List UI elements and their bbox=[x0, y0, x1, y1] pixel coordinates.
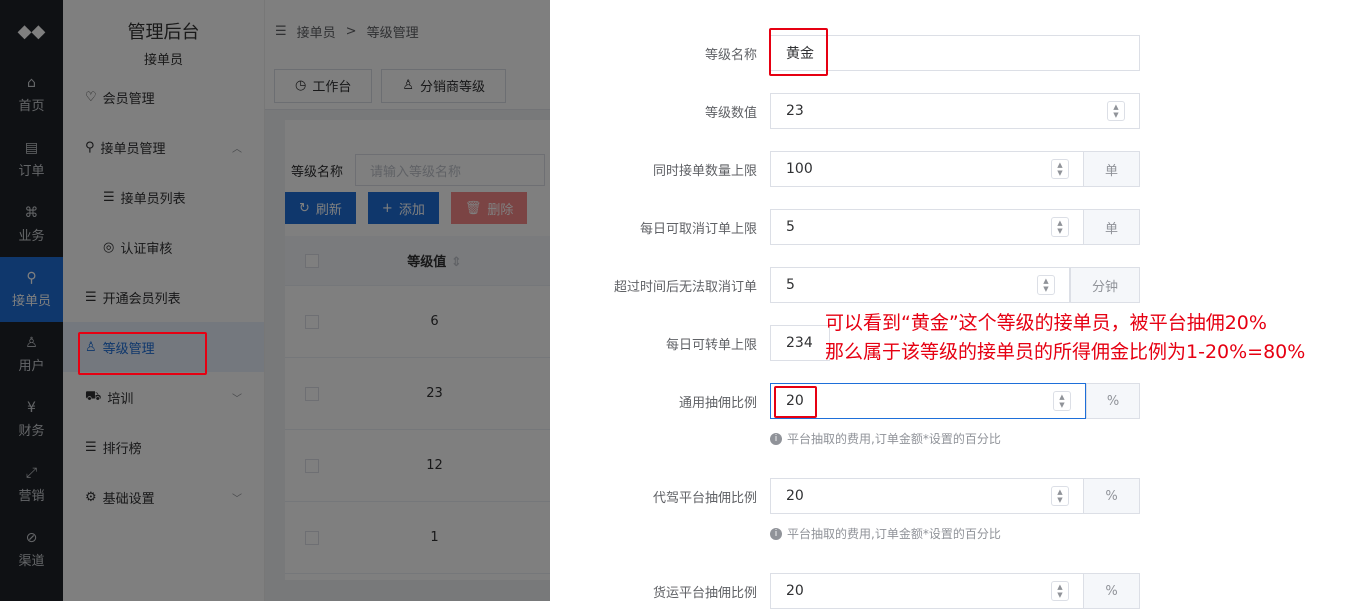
cancel-timeout-input[interactable]: 5 ▲ ▼ bbox=[770, 267, 1070, 303]
field-label: 等级数值 bbox=[704, 105, 757, 121]
form-row-cancel-limit: 每日可取消订单上限 5 ▲ ▼ 单 bbox=[550, 209, 1363, 245]
info-icon: i bbox=[770, 432, 782, 445]
field-label: 通用抽佣比例 bbox=[678, 395, 757, 411]
input-value: 20 bbox=[786, 488, 804, 504]
annotation-line: 那么属于该等级的接单员的所得佣金比例为1-20%=80% bbox=[825, 341, 1306, 363]
input-value: 100 bbox=[786, 161, 813, 177]
unit-label: 分钟 bbox=[1070, 267, 1140, 303]
stepper-icon[interactable]: ▲ ▼ bbox=[1037, 275, 1055, 295]
form-row-freight-commission: 货运平台抽佣比例 20 ▲ ▼ % bbox=[550, 573, 1363, 609]
unit-label: 单 bbox=[1083, 151, 1140, 187]
input-value: 20 bbox=[786, 583, 804, 599]
commission-rate-input[interactable]: 20 ▲ ▼ bbox=[770, 383, 1086, 419]
stepper-icon[interactable]: ▲ ▼ bbox=[1107, 101, 1125, 121]
unit-label: % bbox=[1086, 383, 1140, 419]
input-value: 5 bbox=[786, 277, 795, 293]
form-row-max-orders: 同时接单数量上限 100 ▲ ▼ 单 bbox=[550, 151, 1363, 187]
commission-hint: i 平台抽取的费用,订单金额*设置的百分比 bbox=[770, 430, 1001, 447]
cancel-limit-input[interactable]: 5 ▲ ▼ bbox=[770, 209, 1084, 245]
stepper-icon[interactable]: ▲ ▼ bbox=[1051, 581, 1069, 601]
annotation-line: 可以看到“黄金”这个等级的接单员，被平台抽佣20% bbox=[825, 312, 1267, 334]
unit-label: % bbox=[1083, 573, 1140, 609]
transfer-limit-input[interactable]: 234 bbox=[770, 325, 830, 361]
field-label: 同时接单数量上限 bbox=[652, 163, 757, 179]
info-icon: i bbox=[770, 527, 782, 540]
form-row-driver-commission: 代驾平台抽佣比例 20 ▲ ▼ % bbox=[550, 478, 1363, 514]
stepper-icon[interactable]: ▲ ▼ bbox=[1051, 486, 1069, 506]
level-value-input[interactable]: 23 ▲ ▼ bbox=[770, 93, 1140, 129]
driver-commission-hint: i 平台抽取的费用,订单金额*设置的百分比 bbox=[770, 525, 1001, 542]
form-row-level-value: 等级数值 23 ▲ ▼ bbox=[550, 93, 1363, 129]
hint-text: 平台抽取的费用,订单金额*设置的百分比 bbox=[787, 432, 1001, 446]
hint-text: 平台抽取的费用,订单金额*设置的百分比 bbox=[787, 527, 1001, 541]
unit-label: 单 bbox=[1083, 209, 1140, 245]
stepper-icon[interactable]: ▲ ▼ bbox=[1051, 159, 1069, 179]
stepper-icon[interactable]: ▲ ▼ bbox=[1051, 217, 1069, 237]
form-row-level-name: 等级名称 黄金 bbox=[550, 35, 1363, 71]
field-label: 每日可取消订单上限 bbox=[639, 221, 757, 237]
edit-level-drawer: 等级名称 黄金 等级数值 23 ▲ ▼ 同时接单数量上限 100 ▲ ▼ 单 每日可取消… bbox=[550, 0, 1363, 609]
field-label: 货运平台抽佣比例 bbox=[652, 585, 757, 601]
highlight-box-sidebar-level bbox=[78, 332, 207, 375]
annotation-text: 可以看到“黄金”这个等级的接单员，被平台抽佣20% 那么属于该等级的接单员的所得… bbox=[825, 309, 1305, 367]
highlight-box-commission bbox=[774, 386, 817, 418]
highlight-box-level-name bbox=[769, 28, 828, 76]
form-row-commission-rate: 通用抽佣比例 20 ▲ ▼ % bbox=[550, 383, 1363, 419]
field-label: 超过时间后无法取消订单 bbox=[613, 279, 757, 295]
field-label: 代驾平台抽佣比例 bbox=[652, 490, 757, 506]
field-label: 每日可转单上限 bbox=[665, 337, 757, 353]
driver-commission-input[interactable]: 20 ▲ ▼ bbox=[770, 478, 1084, 514]
input-value: 5 bbox=[786, 219, 795, 235]
input-value: 23 bbox=[786, 103, 804, 119]
form-row-cancel-timeout: 超过时间后无法取消订单 5 ▲ ▼ 分钟 bbox=[550, 267, 1363, 303]
unit-label: % bbox=[1083, 478, 1140, 514]
freight-commission-input[interactable]: 20 ▲ ▼ bbox=[770, 573, 1084, 609]
modal-overlay[interactable] bbox=[0, 0, 550, 601]
field-label: 等级名称 bbox=[704, 47, 757, 63]
stepper-icon[interactable]: ▲ ▼ bbox=[1053, 391, 1071, 411]
max-orders-input[interactable]: 100 ▲ ▼ bbox=[770, 151, 1084, 187]
